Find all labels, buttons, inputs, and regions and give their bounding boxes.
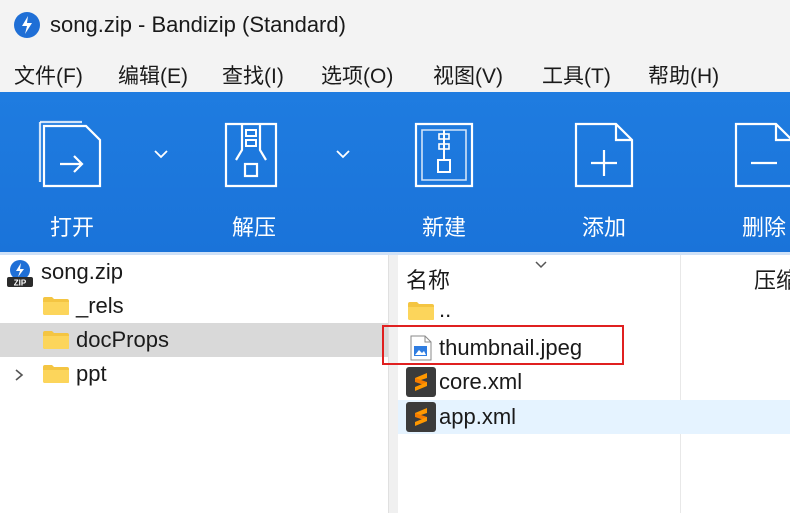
folder-icon xyxy=(43,331,69,349)
column-header-name[interactable]: 名称 xyxy=(406,263,450,295)
tree-item-ppt[interactable]: ppt xyxy=(0,357,388,391)
list-item-app[interactable]: app.xml xyxy=(398,400,790,434)
sublime-file-icon xyxy=(406,402,436,432)
menu-file[interactable]: 文件(F) xyxy=(14,60,83,90)
tree-item-label: ppt xyxy=(76,361,107,386)
menu-options[interactable]: 选项(O) xyxy=(321,60,393,90)
window-title: song.zip - Bandizip (Standard) xyxy=(50,12,346,37)
tree-item-label: docProps xyxy=(76,327,169,352)
menu-bar: 文件(F) 编辑(E) 查找(I) 选项(O) 视图(V) 工具(T) 帮助(H… xyxy=(0,52,790,92)
toolbar: 打开 解压 新建 添加 删除 xyxy=(0,92,790,252)
file-list: 名称 压缩 .. thumbnail.jpeg core.xml app.xml xyxy=(398,255,790,513)
new-label: 新建 xyxy=(421,215,466,240)
folder-icon xyxy=(408,302,434,320)
list-item-parent[interactable]: .. xyxy=(398,295,790,329)
list-item-core[interactable]: core.xml xyxy=(398,365,790,399)
sort-chevron-down-icon xyxy=(535,261,547,269)
title-bar: song.zip - Bandizip (Standard) xyxy=(0,0,790,52)
new-archive-icon xyxy=(414,122,474,188)
bandizip-logo-icon xyxy=(14,12,40,38)
delete-button[interactable]: 删除 xyxy=(722,92,790,252)
delete-label: 删除 xyxy=(741,215,786,240)
add-button[interactable]: 添加 xyxy=(562,92,646,252)
folder-icon xyxy=(43,297,69,315)
list-item-label: core.xml xyxy=(439,369,523,394)
open-dropdown-chevron-icon[interactable] xyxy=(153,149,169,159)
tree-root-label: song.zip xyxy=(41,259,123,284)
extract-button[interactable]: 解压 xyxy=(212,92,296,252)
sublime-file-icon xyxy=(406,367,436,397)
delete-file-icon xyxy=(734,122,790,188)
folder-tree: ZIP song.zip _rels docProps ppt xyxy=(0,255,388,513)
menu-help[interactable]: 帮助(H) xyxy=(648,60,719,90)
zip-archive-icon: ZIP xyxy=(7,260,33,288)
new-archive-button[interactable]: 新建 xyxy=(402,92,486,252)
menu-find[interactable]: 查找(I) xyxy=(222,60,284,90)
menu-tools[interactable]: 工具(T) xyxy=(542,60,611,90)
open-label: 打开 xyxy=(49,215,94,240)
menu-view[interactable]: 视图(V) xyxy=(433,60,503,90)
extract-dropdown-chevron-icon[interactable] xyxy=(335,149,351,159)
expand-chevron-icon[interactable] xyxy=(13,368,25,382)
list-item-label: app.xml xyxy=(439,404,517,429)
add-file-icon xyxy=(574,122,634,188)
menu-edit[interactable]: 编辑(E) xyxy=(118,60,188,90)
folder-icon xyxy=(43,365,69,383)
column-header-compressed[interactable]: 压缩 xyxy=(754,263,790,295)
tree-item-docprops[interactable]: docProps xyxy=(0,323,388,357)
tree-item-rels[interactable]: _rels xyxy=(0,289,388,323)
add-label: 添加 xyxy=(581,215,626,240)
highlight-annotation-box xyxy=(382,325,624,365)
open-button[interactable]: 打开 xyxy=(30,92,114,252)
tree-item-label: _rels xyxy=(76,293,124,318)
list-item-label: .. xyxy=(439,297,452,322)
extract-icon xyxy=(224,122,278,188)
extract-label: 解压 xyxy=(231,215,276,240)
open-icon xyxy=(38,120,102,188)
svg-text:ZIP: ZIP xyxy=(14,279,27,288)
tree-item-root[interactable]: ZIP song.zip xyxy=(0,255,388,289)
